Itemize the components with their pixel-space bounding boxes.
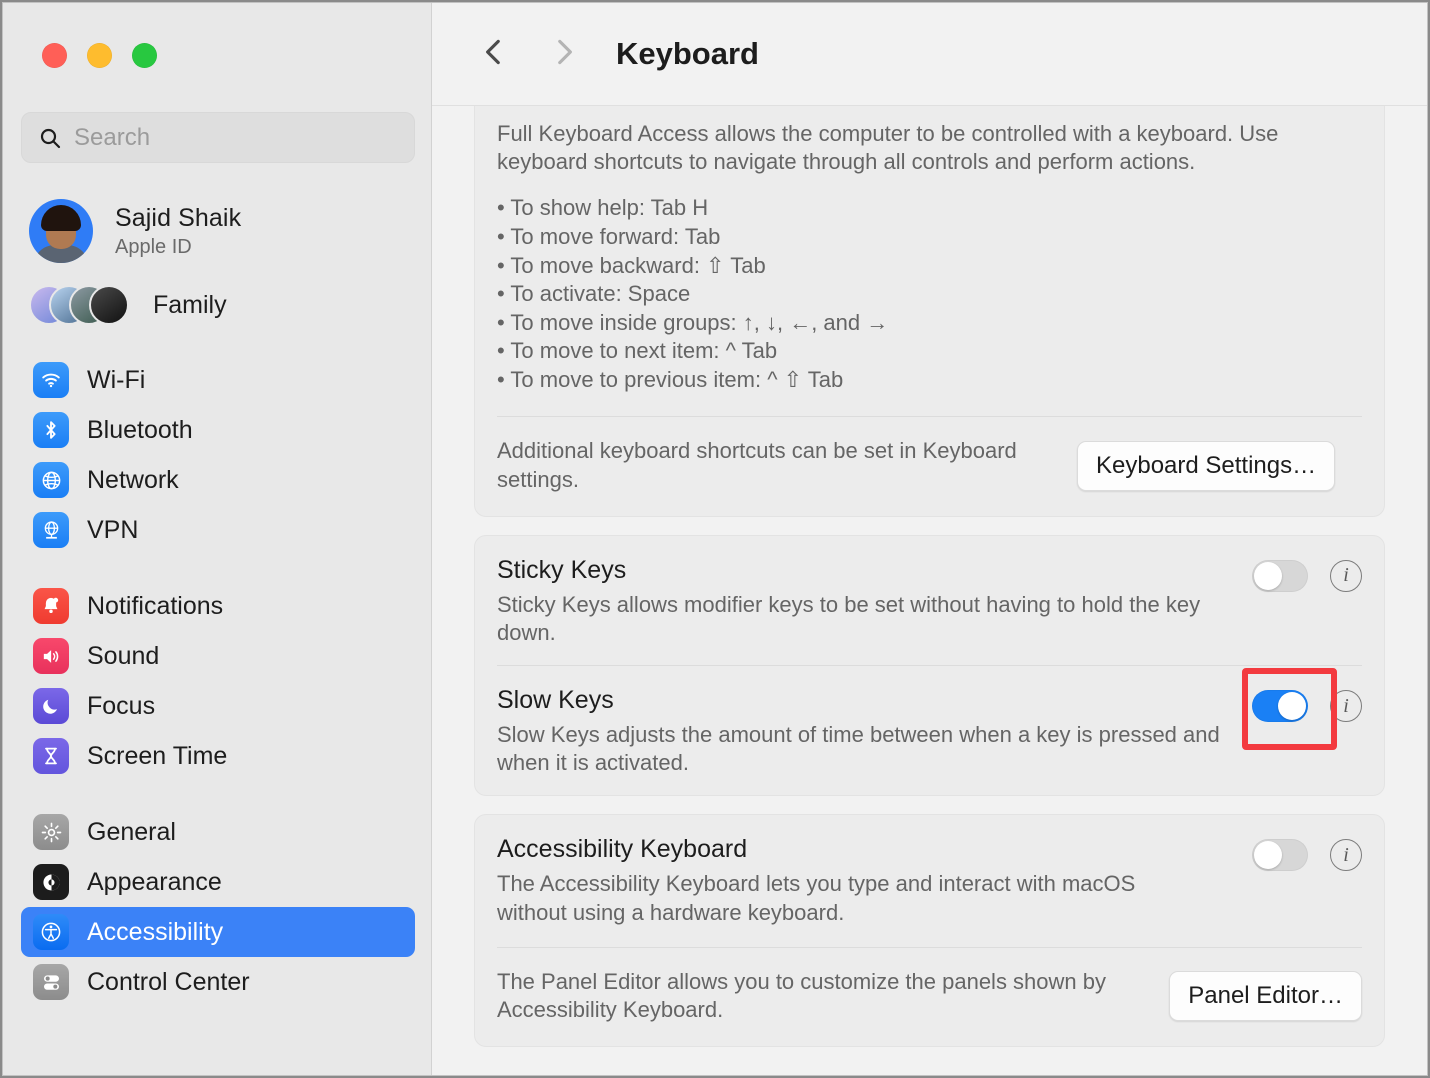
sidebar-item-accessibility[interactable]: Accessibility [21, 907, 415, 957]
search-field[interactable] [21, 112, 415, 163]
shortcut-item: • To move forward: Tab [497, 223, 721, 249]
sidebar-item-bluetooth[interactable]: Bluetooth [21, 405, 415, 455]
sidebar-item-label: Focus [87, 691, 156, 720]
avatar [29, 199, 93, 263]
shortcut-item: • To move inside groups: ↑, ↓, ←, and → [497, 309, 889, 335]
speaker-icon [33, 638, 69, 674]
sidebar-group-network: Wi-Fi Bluetooth Network VPN [21, 355, 415, 555]
sidebar-item-sound[interactable]: Sound [21, 631, 415, 681]
slow-keys-description: Slow Keys adjusts the amount of time bet… [497, 722, 1220, 776]
vpn-globe-icon [33, 512, 69, 548]
settings-content[interactable]: Full Keyboard Access allows the computer… [432, 106, 1427, 1075]
chevron-left-icon [477, 35, 511, 74]
sidebar-group-system: Notifications Sound Focus Screen Time [21, 581, 415, 781]
slow-keys-toggle[interactable] [1252, 690, 1308, 723]
sticky-keys-description: Sticky Keys allows modifier keys to be s… [497, 591, 1201, 645]
sidebar-item-vpn[interactable]: VPN [21, 505, 415, 555]
account-subtitle: Apple ID [115, 235, 192, 258]
wifi-icon [33, 362, 69, 398]
sidebar-item-appearance[interactable]: Appearance [21, 857, 415, 907]
sidebar-item-focus[interactable]: Focus [21, 681, 415, 731]
accessibility-keyboard-title: Accessibility Keyboard [497, 835, 748, 864]
keys-card: Sticky Keys Sticky Keys allows modifier … [474, 534, 1385, 797]
hourglass-icon [33, 738, 69, 774]
sidebar-item-label: Wi-Fi [87, 365, 146, 394]
maximize-button[interactable] [132, 43, 157, 68]
window-traffic-lights [42, 43, 157, 68]
network-globe-icon [33, 462, 69, 498]
sidebar-item-label: Bluetooth [87, 415, 193, 444]
sidebar-item-label: Appearance [87, 867, 222, 896]
panel-editor-button[interactable]: Panel Editor… [1169, 970, 1362, 1021]
sidebar-item-label: VPN [87, 515, 139, 544]
keyboard-settings-description: Additional keyboard shortcuts can be set… [497, 438, 1017, 492]
shortcut-item: • To activate: Space [497, 281, 691, 307]
sidebar-item-label: Network [87, 465, 179, 494]
sticky-keys-title: Sticky Keys [497, 555, 627, 584]
shortcut-item: • To move backward: ⇧ Tab [497, 252, 766, 278]
sidebar-item-notifications[interactable]: Notifications [21, 581, 415, 631]
full-keyboard-access-card: Full Keyboard Access allows the computer… [474, 106, 1385, 517]
sticky-keys-info-icon[interactable]: i [1330, 559, 1362, 592]
sidebar-item-label: Accessibility [87, 917, 224, 946]
apple-id-account-row[interactable]: Sajid Shaik Apple ID [29, 195, 414, 267]
sidebar-group-preferences: General Appearance Accessibility Control… [21, 807, 415, 1007]
shortcut-item: • To show help: Tab H [497, 195, 709, 221]
search-input[interactable] [74, 123, 374, 152]
family-label: Family [153, 290, 227, 319]
sidebar-item-network[interactable]: Network [21, 455, 415, 505]
accessibility-keyboard-description: The Accessibility Keyboard lets you type… [497, 871, 1136, 925]
family-avatars [29, 283, 137, 327]
bell-icon [33, 588, 69, 624]
appearance-contrast-icon [33, 864, 69, 900]
close-button[interactable] [42, 43, 67, 68]
control-center-icon [33, 964, 69, 1000]
shortcut-item: • To move to next item: ^ Tab [497, 338, 778, 364]
accessibility-keyboard-toggle[interactable] [1252, 839, 1308, 872]
sidebar-item-general[interactable]: General [21, 807, 415, 857]
forward-button[interactable] [544, 34, 584, 74]
accessibility-keyboard-card: Accessibility Keyboard The Accessibility… [474, 814, 1385, 1048]
sticky-keys-row: Sticky Keys Sticky Keys allows modifier … [475, 536, 1384, 665]
titlebar: Keyboard [432, 3, 1427, 106]
sidebar: Sajid Shaik Apple ID Family [3, 3, 432, 1075]
sidebar-item-wifi[interactable]: Wi-Fi [21, 355, 415, 405]
back-button[interactable] [474, 34, 514, 74]
accessibility-icon [33, 914, 69, 950]
moon-icon [33, 688, 69, 724]
full-keyboard-access-shortcuts: • To show help: Tab H • To move forward:… [475, 176, 1384, 400]
chevron-right-icon [547, 35, 581, 74]
sidebar-item-label: General [87, 817, 176, 846]
sidebar-item-label: Control Center [87, 967, 250, 996]
sidebar-item-screen-time[interactable]: Screen Time [21, 731, 415, 781]
minimize-button[interactable] [87, 43, 112, 68]
sidebar-nav: Wi-Fi Bluetooth Network VPN Notification… [21, 355, 415, 1033]
main-pane: Keyboard Full Keyboard Access allows the… [432, 3, 1427, 1075]
slow-keys-info-icon[interactable]: i [1330, 690, 1362, 723]
accessibility-keyboard-row: Accessibility Keyboard The Accessibility… [475, 815, 1384, 944]
search-icon [38, 126, 62, 150]
system-settings-window: Sajid Shaik Apple ID Family [2, 2, 1428, 1076]
sidebar-item-label: Notifications [87, 591, 224, 620]
sidebar-item-control-center[interactable]: Control Center [21, 957, 415, 1007]
bluetooth-icon [33, 412, 69, 448]
shortcut-item: • To move to previous item: ^ ⇧ Tab [497, 366, 844, 392]
full-keyboard-access-description: Full Keyboard Access allows the computer… [497, 121, 1279, 175]
family-row[interactable]: Family [29, 281, 227, 329]
account-name: Sajid Shaik [115, 203, 242, 232]
page-title: Keyboard [616, 36, 759, 71]
slow-keys-title: Slow Keys [497, 686, 614, 715]
sidebar-item-label: Sound [87, 641, 160, 670]
accessibility-keyboard-info-icon[interactable]: i [1330, 839, 1362, 872]
sticky-keys-toggle[interactable] [1252, 559, 1308, 592]
sidebar-item-label: Screen Time [87, 741, 228, 770]
keyboard-settings-button[interactable]: Keyboard Settings… [1077, 440, 1336, 491]
slow-keys-row: Slow Keys Slow Keys adjusts the amount o… [475, 666, 1384, 795]
gear-icon [33, 814, 69, 850]
panel-editor-description: The Panel Editor allows you to customize… [497, 968, 1106, 1022]
